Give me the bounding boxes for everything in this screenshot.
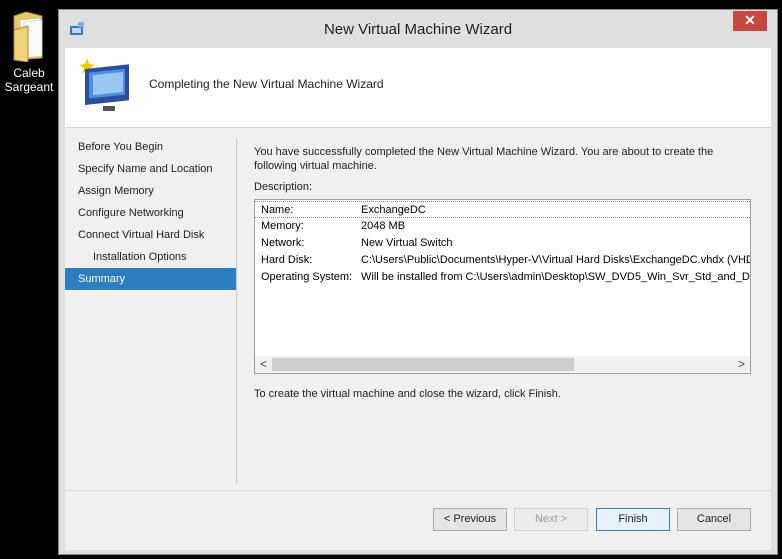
scrollbar-thumb[interactable] <box>272 358 574 371</box>
nav-divider <box>236 138 237 484</box>
title-bar[interactable]: New Virtual Machine Wizard ✕ <box>59 10 777 48</box>
scroll-left-arrow-icon[interactable]: < <box>260 357 267 371</box>
description-box[interactable]: Name: ExchangeDC Memory: 2048 MB Network: N… <box>254 199 751 374</box>
finish-instruction: To create the virtual machine and close … <box>254 388 561 400</box>
step-before-you-begin[interactable]: Before You Begin <box>65 136 236 158</box>
intro-text: You have successfully completed the New … <box>254 146 714 172</box>
wizard-header: Completing the New Virtual Machine Wizar… <box>65 48 771 128</box>
description-row-network: Network: New Virtual Switch <box>261 237 453 249</box>
description-row-operating-system: Operating System: Will be installed from … <box>261 271 751 283</box>
next-button[interactable]: Next > <box>514 508 588 531</box>
step-assign-memory[interactable]: Assign Memory <box>65 180 236 202</box>
folder-icon <box>12 10 46 63</box>
step-summary[interactable]: Summary <box>65 268 236 290</box>
step-configure-networking[interactable]: Configure Networking <box>65 202 236 224</box>
wizard-footer: < Previous Next > Finish Cancel <box>65 490 771 550</box>
horizontal-scrollbar[interactable]: < > <box>255 356 750 373</box>
virtual-machine-wizard-icon <box>75 52 133 114</box>
description-row-hard-disk: Hard Disk: C:\Users\Public\Documents\Hype… <box>261 254 751 266</box>
description-label: Description: <box>254 181 313 193</box>
description-row-name: Name: ExchangeDC <box>255 201 750 218</box>
scroll-right-arrow-icon[interactable]: > <box>738 357 745 371</box>
desktop-icon-label: Caleb Sargeant <box>4 66 54 94</box>
window-title: New Virtual Machine Wizard <box>323 21 513 38</box>
previous-button[interactable]: < Previous <box>433 508 507 531</box>
step-installation-options[interactable]: Installation Options <box>65 246 236 268</box>
step-connect-virtual-hard-disk[interactable]: Connect Virtual Hard Disk <box>65 224 236 246</box>
header-title: Completing the New Virtual Machine Wizar… <box>149 77 384 91</box>
close-button[interactable]: ✕ <box>733 11 767 31</box>
wizard-content: Before You Begin Specify Name and Locati… <box>65 128 771 490</box>
desktop-folder-caleb-sargeant[interactable]: Caleb Sargeant <box>0 10 58 94</box>
wizard-window: New Virtual Machine Wizard ✕ Completing … <box>58 9 778 555</box>
step-specify-name-and-location[interactable]: Specify Name and Location <box>65 158 236 180</box>
wizard-steps-nav: Before You Begin Specify Name and Locati… <box>65 136 236 290</box>
cancel-button[interactable]: Cancel <box>677 508 751 531</box>
finish-button[interactable]: Finish <box>596 508 670 531</box>
description-row-memory: Memory: 2048 MB <box>261 220 406 232</box>
